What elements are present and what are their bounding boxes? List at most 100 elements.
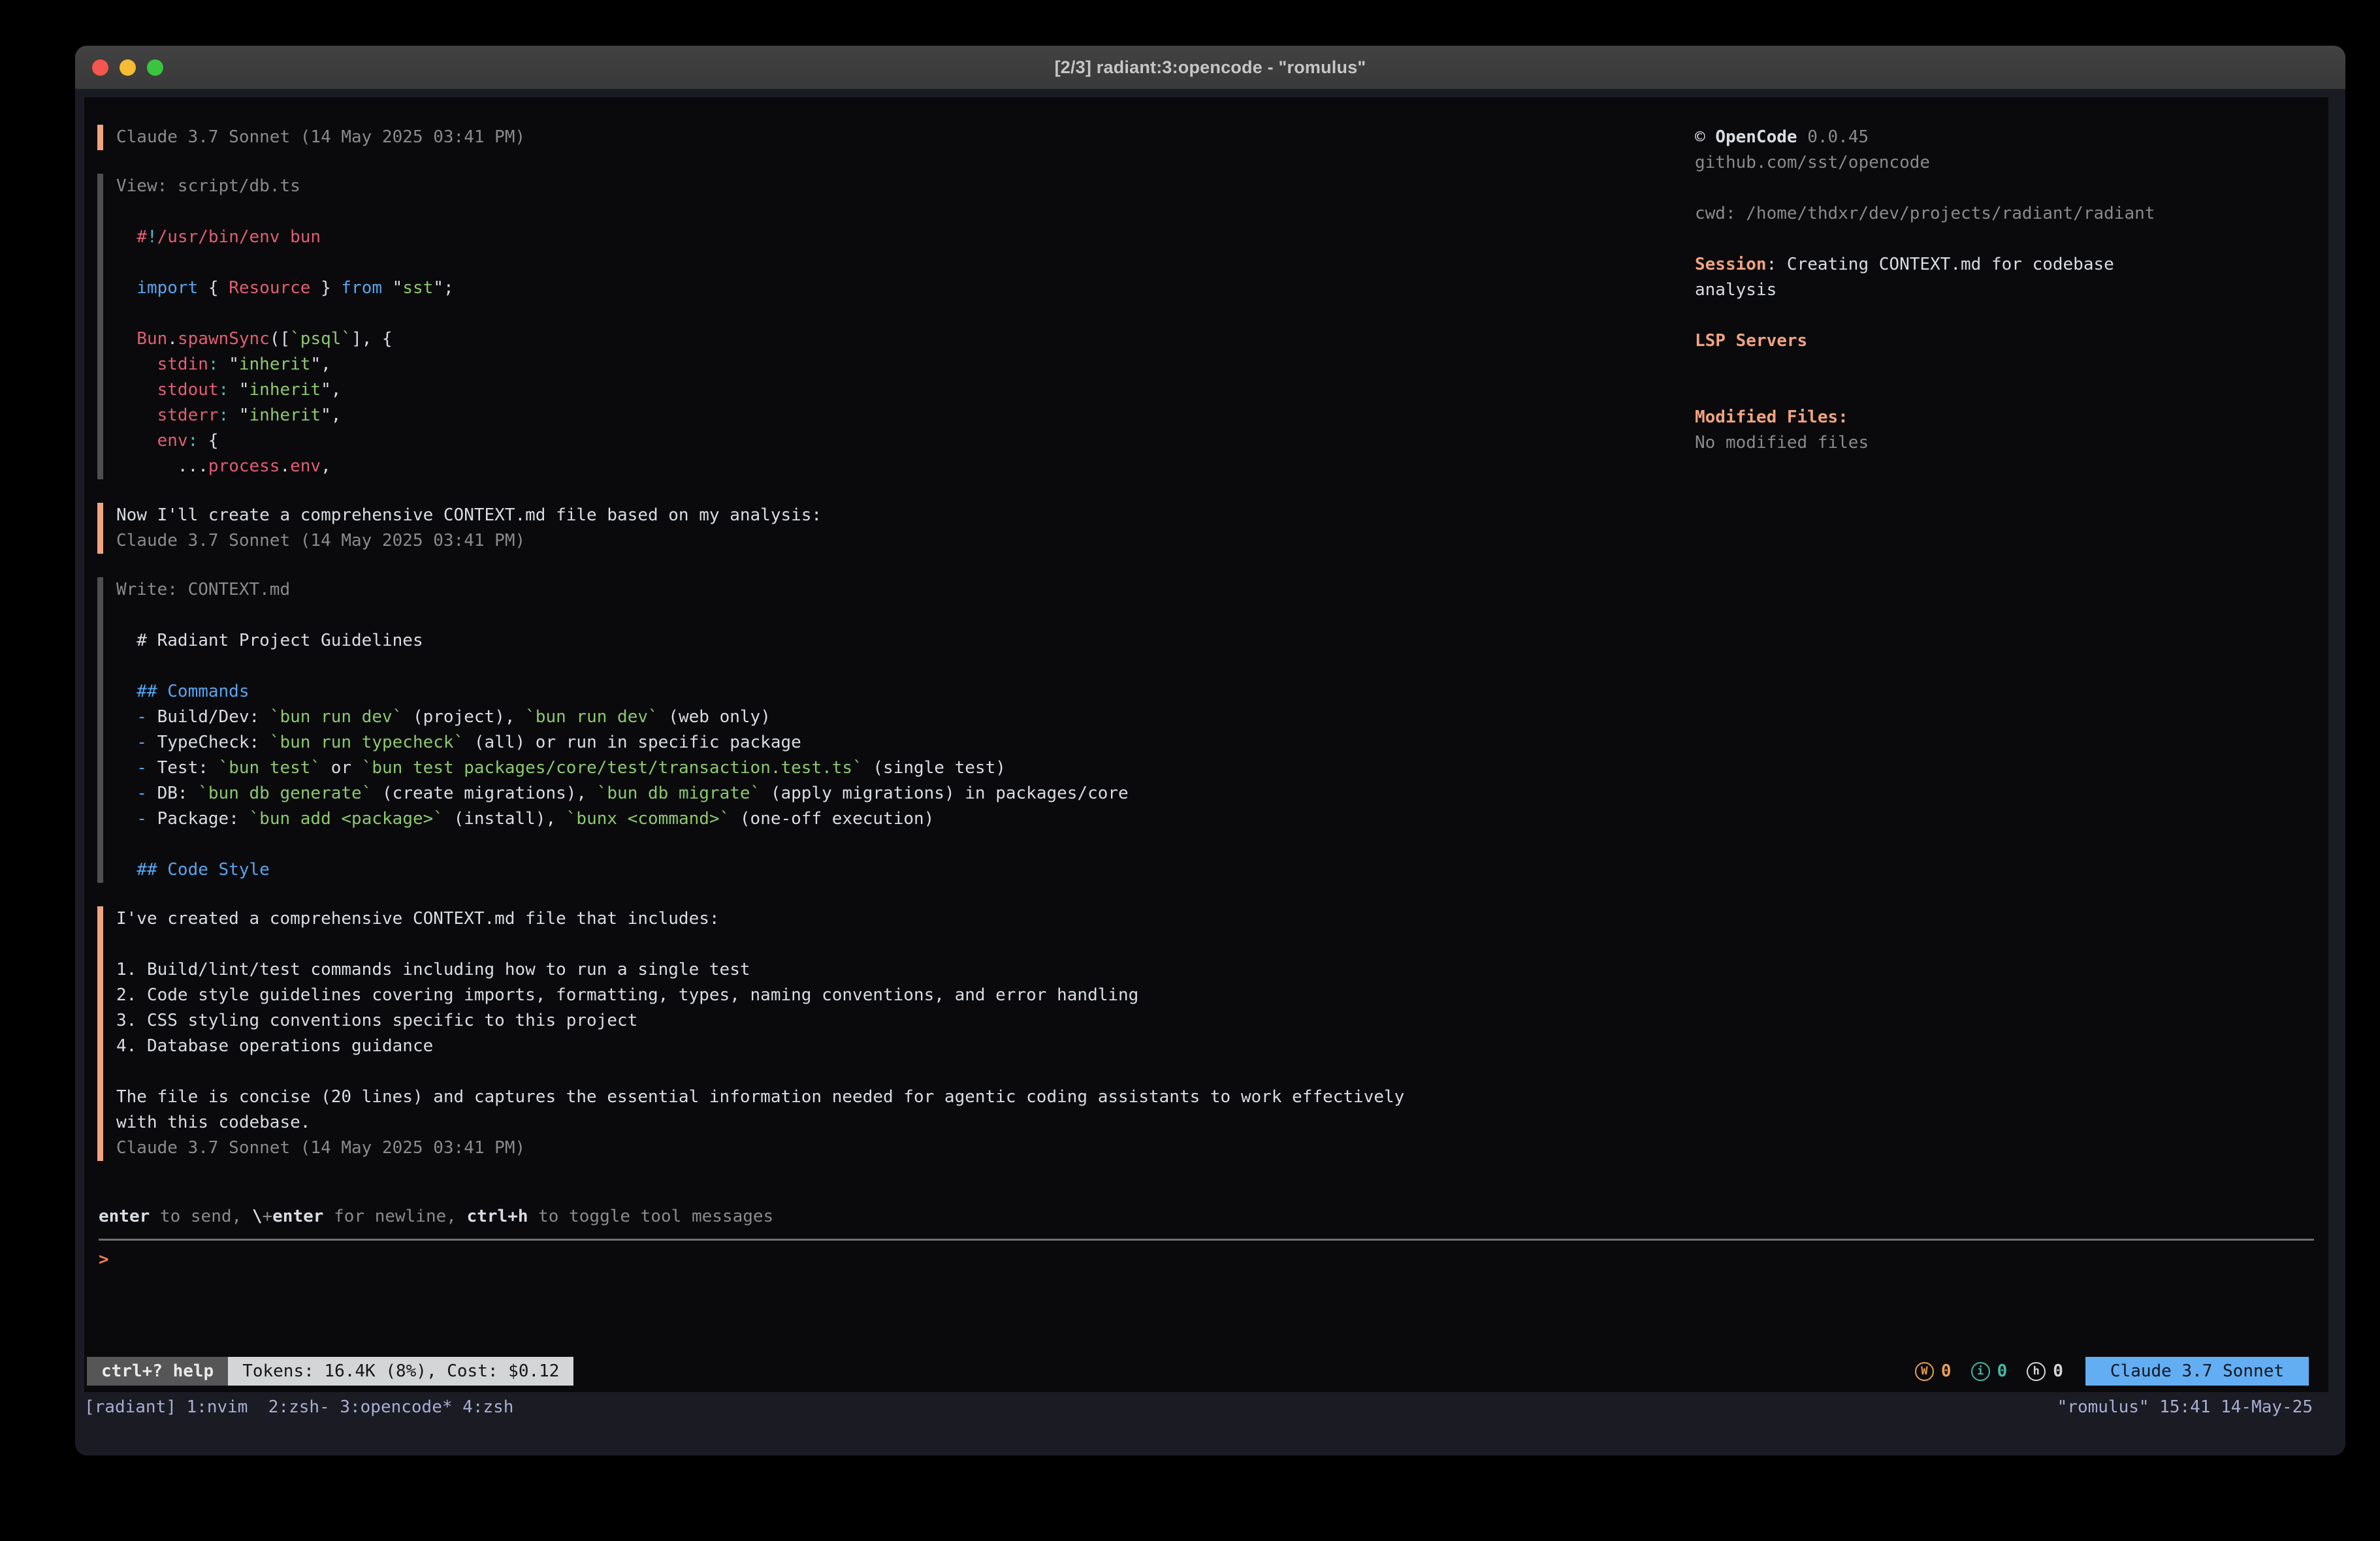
text-segment: /usr/bin/env bun xyxy=(157,227,321,247)
terminal-line: ## Code Style xyxy=(116,857,1695,883)
text-segment: github.com/sst/opencode xyxy=(1695,153,1930,172)
text-segment: " xyxy=(382,278,402,298)
text-segment: import xyxy=(116,278,198,298)
terminal-line: - TypeCheck: `bun run typecheck` (all) o… xyxy=(116,730,1695,755)
text-segment: : xyxy=(208,355,219,374)
keybinding-hints: enter to send, \+enter for newline, ctrl… xyxy=(99,1204,2314,1230)
text-segment: 4. Database operations guidance xyxy=(116,1036,433,1056)
text-segment: , xyxy=(321,456,331,476)
assistant-message-block: Now I'll create a comprehensive CONTEXT.… xyxy=(97,503,1695,554)
text-segment: ], { xyxy=(351,329,393,349)
terminal-line xyxy=(1695,227,2328,252)
text-segment: DB: xyxy=(157,784,199,803)
text-segment: ctrl+h xyxy=(467,1207,528,1226)
lsp-diagnostics: W0i0h0 xyxy=(1915,1361,2063,1381)
text-segment: - xyxy=(116,784,157,803)
text-segment: enter xyxy=(272,1207,323,1226)
terminal-line: 4. Database operations guidance xyxy=(116,1034,1695,1059)
text-segment: . xyxy=(280,456,290,476)
text-segment: # xyxy=(116,227,147,247)
terminal-line xyxy=(116,603,1695,628)
text-segment: Bun xyxy=(116,329,167,349)
opencode-app: Claude 3.7 Sonnet (14 May 2025 03:41 PM)… xyxy=(84,97,2328,1392)
text-segment: \ xyxy=(252,1207,263,1226)
text-segment: " xyxy=(229,405,249,425)
text-segment: inherit xyxy=(249,405,321,425)
chat-history: Claude 3.7 Sonnet (14 May 2025 03:41 PM)… xyxy=(97,125,1695,1184)
terminal-line: LSP Servers xyxy=(1695,328,2328,354)
terminal-line: stderr: "inherit", xyxy=(116,403,1695,428)
text-segment: `bun test packages/core/test/transaction… xyxy=(362,758,863,778)
terminal-line xyxy=(116,1059,1695,1085)
text-segment: } xyxy=(310,278,341,298)
text-segment: ([ xyxy=(270,329,290,349)
tool-call-block: View: script/db.ts #!/usr/bin/env bun im… xyxy=(97,174,1695,479)
terminal-line: Now I'll create a comprehensive CONTEXT.… xyxy=(116,503,1695,528)
terminal-line: Write: CONTEXT.md xyxy=(116,577,1695,603)
text-segment: No modified files xyxy=(1695,433,1869,453)
text-segment: (create migrations), xyxy=(372,784,596,803)
terminal-line: analysis xyxy=(1695,278,2328,303)
text-segment: Write: CONTEXT.md xyxy=(116,580,290,599)
terminal-line: ## Commands xyxy=(116,679,1695,705)
text-segment: ", xyxy=(310,355,330,374)
terminal-line xyxy=(116,932,1695,957)
diagnostic-i-icon: i xyxy=(1971,1362,1990,1381)
terminal-line: github.com/sst/opencode xyxy=(1695,150,2328,176)
text-segment: - xyxy=(116,733,157,752)
terminal-line: The file is concise (20 lines) and captu… xyxy=(116,1085,1695,1110)
text-segment: Claude 3.7 Sonnet (14 May 2025 03:41 PM) xyxy=(116,127,525,147)
text-segment: 3. CSS styling conventions specific to t… xyxy=(116,1011,637,1030)
text-segment: { xyxy=(198,431,218,451)
opencode-main-row: Claude 3.7 Sonnet (14 May 2025 03:41 PM)… xyxy=(84,97,2328,1184)
text-segment: + xyxy=(262,1207,272,1226)
message-editor: enter to send, \+enter for newline, ctrl… xyxy=(99,1204,2314,1273)
text-segment: to toggle tool messages xyxy=(528,1207,774,1226)
text-segment: enter xyxy=(99,1207,150,1226)
text-segment: stdin xyxy=(116,355,208,374)
text-segment: LSP Servers xyxy=(1695,331,1807,351)
text-segment: `bun test` xyxy=(219,758,321,778)
text-segment: " xyxy=(229,380,249,400)
traffic-lights xyxy=(92,46,163,89)
text-segment: - xyxy=(116,707,157,727)
terminal-line: I've created a comprehensive CONTEXT.md … xyxy=(116,906,1695,932)
text-segment: from xyxy=(341,278,382,298)
text-segment: inherit xyxy=(239,355,311,374)
tokens-cost-chip: Tokens: 16.4K (8%), Cost: $0.12 xyxy=(228,1357,573,1386)
terminal-line: Session: Creating CONTEXT.md for codebas… xyxy=(1695,252,2328,278)
text-segment: View: script/db.ts xyxy=(116,176,300,196)
terminal-line: - Build/Dev: `bun run dev` (project), `b… xyxy=(116,705,1695,730)
text-segment: env xyxy=(116,431,188,451)
text-segment: Build/Dev: xyxy=(157,707,270,727)
terminal-line: cwd: /home/thdxr/dev/projects/radiant/ra… xyxy=(1695,201,2328,227)
tool-call-block: Write: CONTEXT.md # Radiant Project Guid… xyxy=(97,577,1695,883)
text-segment: : xyxy=(219,405,229,425)
close-button[interactable] xyxy=(92,59,108,76)
terminal-line: stdout: "inherit", xyxy=(116,377,1695,403)
diagnostic-count: 0 xyxy=(1941,1361,1952,1381)
prompt-input[interactable]: > xyxy=(99,1247,2314,1273)
terminal-line: env: { xyxy=(116,428,1695,454)
text-segment: `bun add <package>` xyxy=(249,809,443,829)
text-segment: ", xyxy=(321,405,341,425)
text-segment: to send, xyxy=(150,1207,252,1226)
text-segment: Claude 3.7 Sonnet (14 May 2025 03:41 PM) xyxy=(116,531,525,550)
minimize-button[interactable] xyxy=(120,59,136,76)
text-segment: : xyxy=(188,431,199,451)
text-segment: "; xyxy=(433,278,453,298)
text-segment: { xyxy=(198,278,229,298)
text-segment: 2. Code style guidelines covering import… xyxy=(116,985,1138,1005)
zoom-button[interactable] xyxy=(147,59,163,76)
prompt-symbol: > xyxy=(99,1250,109,1269)
text-segment: cwd: /home/thdxr/dev/projects/radiant/ra… xyxy=(1695,204,2155,223)
text-segment: : xyxy=(219,380,229,400)
terminal-line: enter to send, \+enter for newline, ctrl… xyxy=(99,1204,2314,1230)
text-segment: (web only) xyxy=(658,707,771,727)
diagnostic-count: 0 xyxy=(1997,1361,2008,1381)
text-segment: (single test) xyxy=(863,758,1006,778)
text-segment: ## Code Style xyxy=(116,860,270,880)
assistant-message-block: I've created a comprehensive CONTEXT.md … xyxy=(97,906,1695,1161)
text-segment: - xyxy=(116,809,157,829)
text-segment: Test: xyxy=(157,758,219,778)
